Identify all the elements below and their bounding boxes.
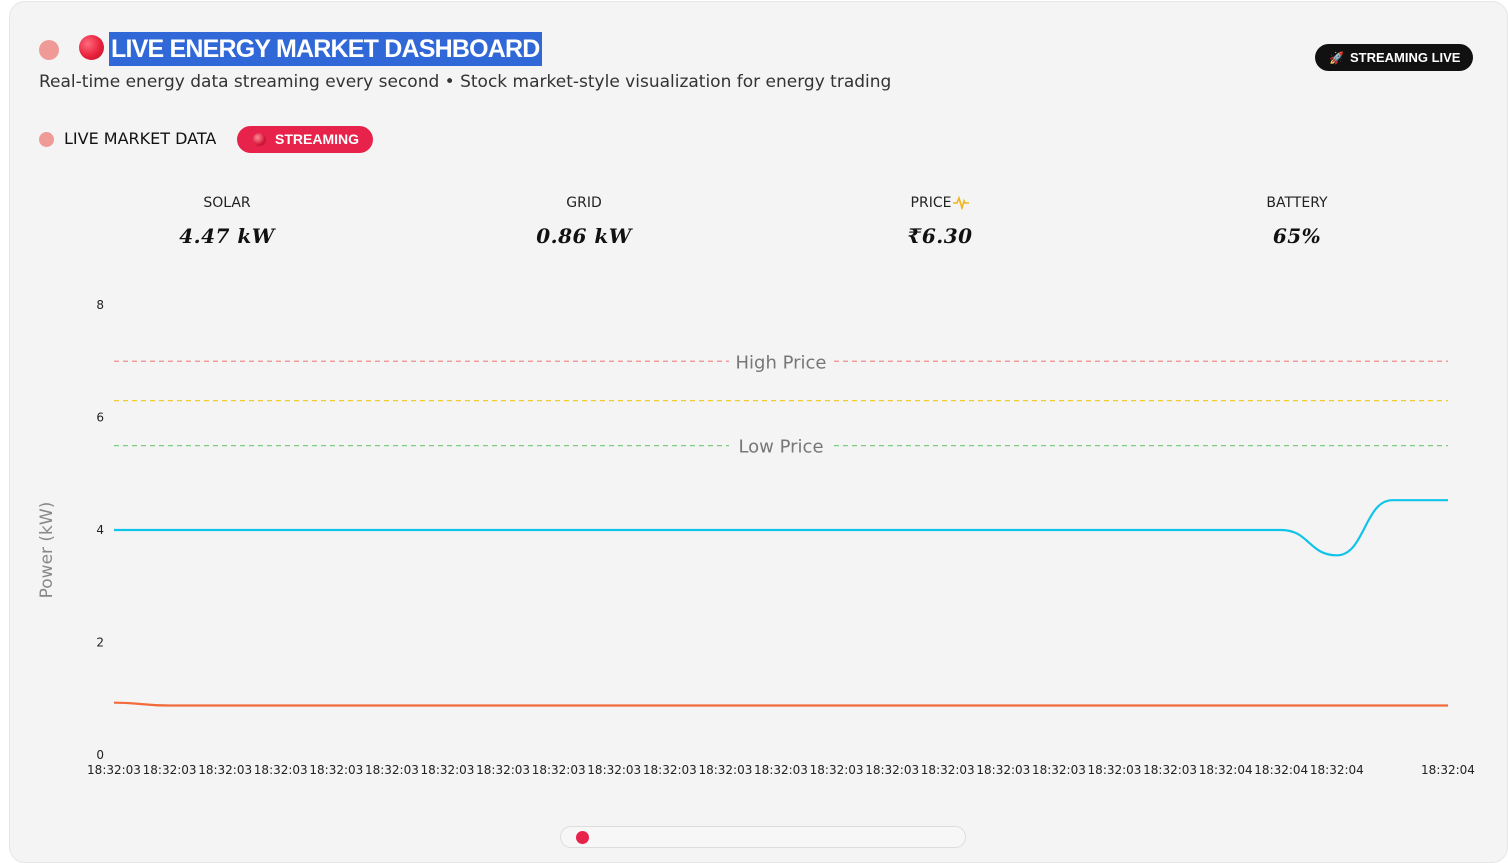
x-tick-label: 18:32:04 [1199,763,1253,777]
x-tick-label: 18:32:03 [865,763,919,777]
power-line-chart: Power (kW)0246818:32:0318:32:0318:32:031… [0,0,1508,835]
x-tick-label: 18:32:03 [532,763,586,777]
x-tick-label: 18:32:03 [698,763,752,777]
series-line-grid [114,703,1448,706]
reference-label-low-price: Low Price [738,437,823,458]
x-tick-label: 18:32:04 [1254,763,1308,777]
x-tick-label: 18:32:03 [1032,763,1086,777]
x-tick-label: 18:32:03 [587,763,641,777]
y-tick-label: 4 [96,523,104,537]
x-tick-label: 18:32:04 [1421,763,1475,777]
x-tick-label: 18:32:03 [976,763,1030,777]
x-tick-label: 18:32:03 [365,763,419,777]
series-line-solar [114,500,1448,555]
x-tick-label: 18:32:04 [1310,763,1364,777]
y-tick-label: 2 [96,636,104,650]
legend [560,826,966,848]
legend-dot [576,831,589,844]
x-tick-label: 18:32:03 [643,763,697,777]
x-tick-label: 18:32:03 [87,763,141,777]
x-tick-label: 18:32:03 [921,763,975,777]
x-tick-label: 18:32:03 [309,763,363,777]
x-tick-label: 18:32:03 [143,763,197,777]
x-tick-label: 18:32:03 [476,763,530,777]
y-tick-label: 0 [96,748,104,762]
x-tick-label: 18:32:03 [254,763,308,777]
x-tick-label: 18:32:03 [421,763,475,777]
x-tick-label: 18:32:03 [754,763,808,777]
y-tick-label: 8 [96,298,104,312]
x-tick-label: 18:32:03 [198,763,252,777]
y-axis-label: Power (kW) [37,502,57,599]
x-tick-label: 18:32:03 [810,763,864,777]
x-tick-label: 18:32:03 [1143,763,1197,777]
reference-label-high-price: High Price [735,352,826,373]
y-tick-label: 6 [96,411,104,425]
x-tick-label: 18:32:03 [1088,763,1142,777]
